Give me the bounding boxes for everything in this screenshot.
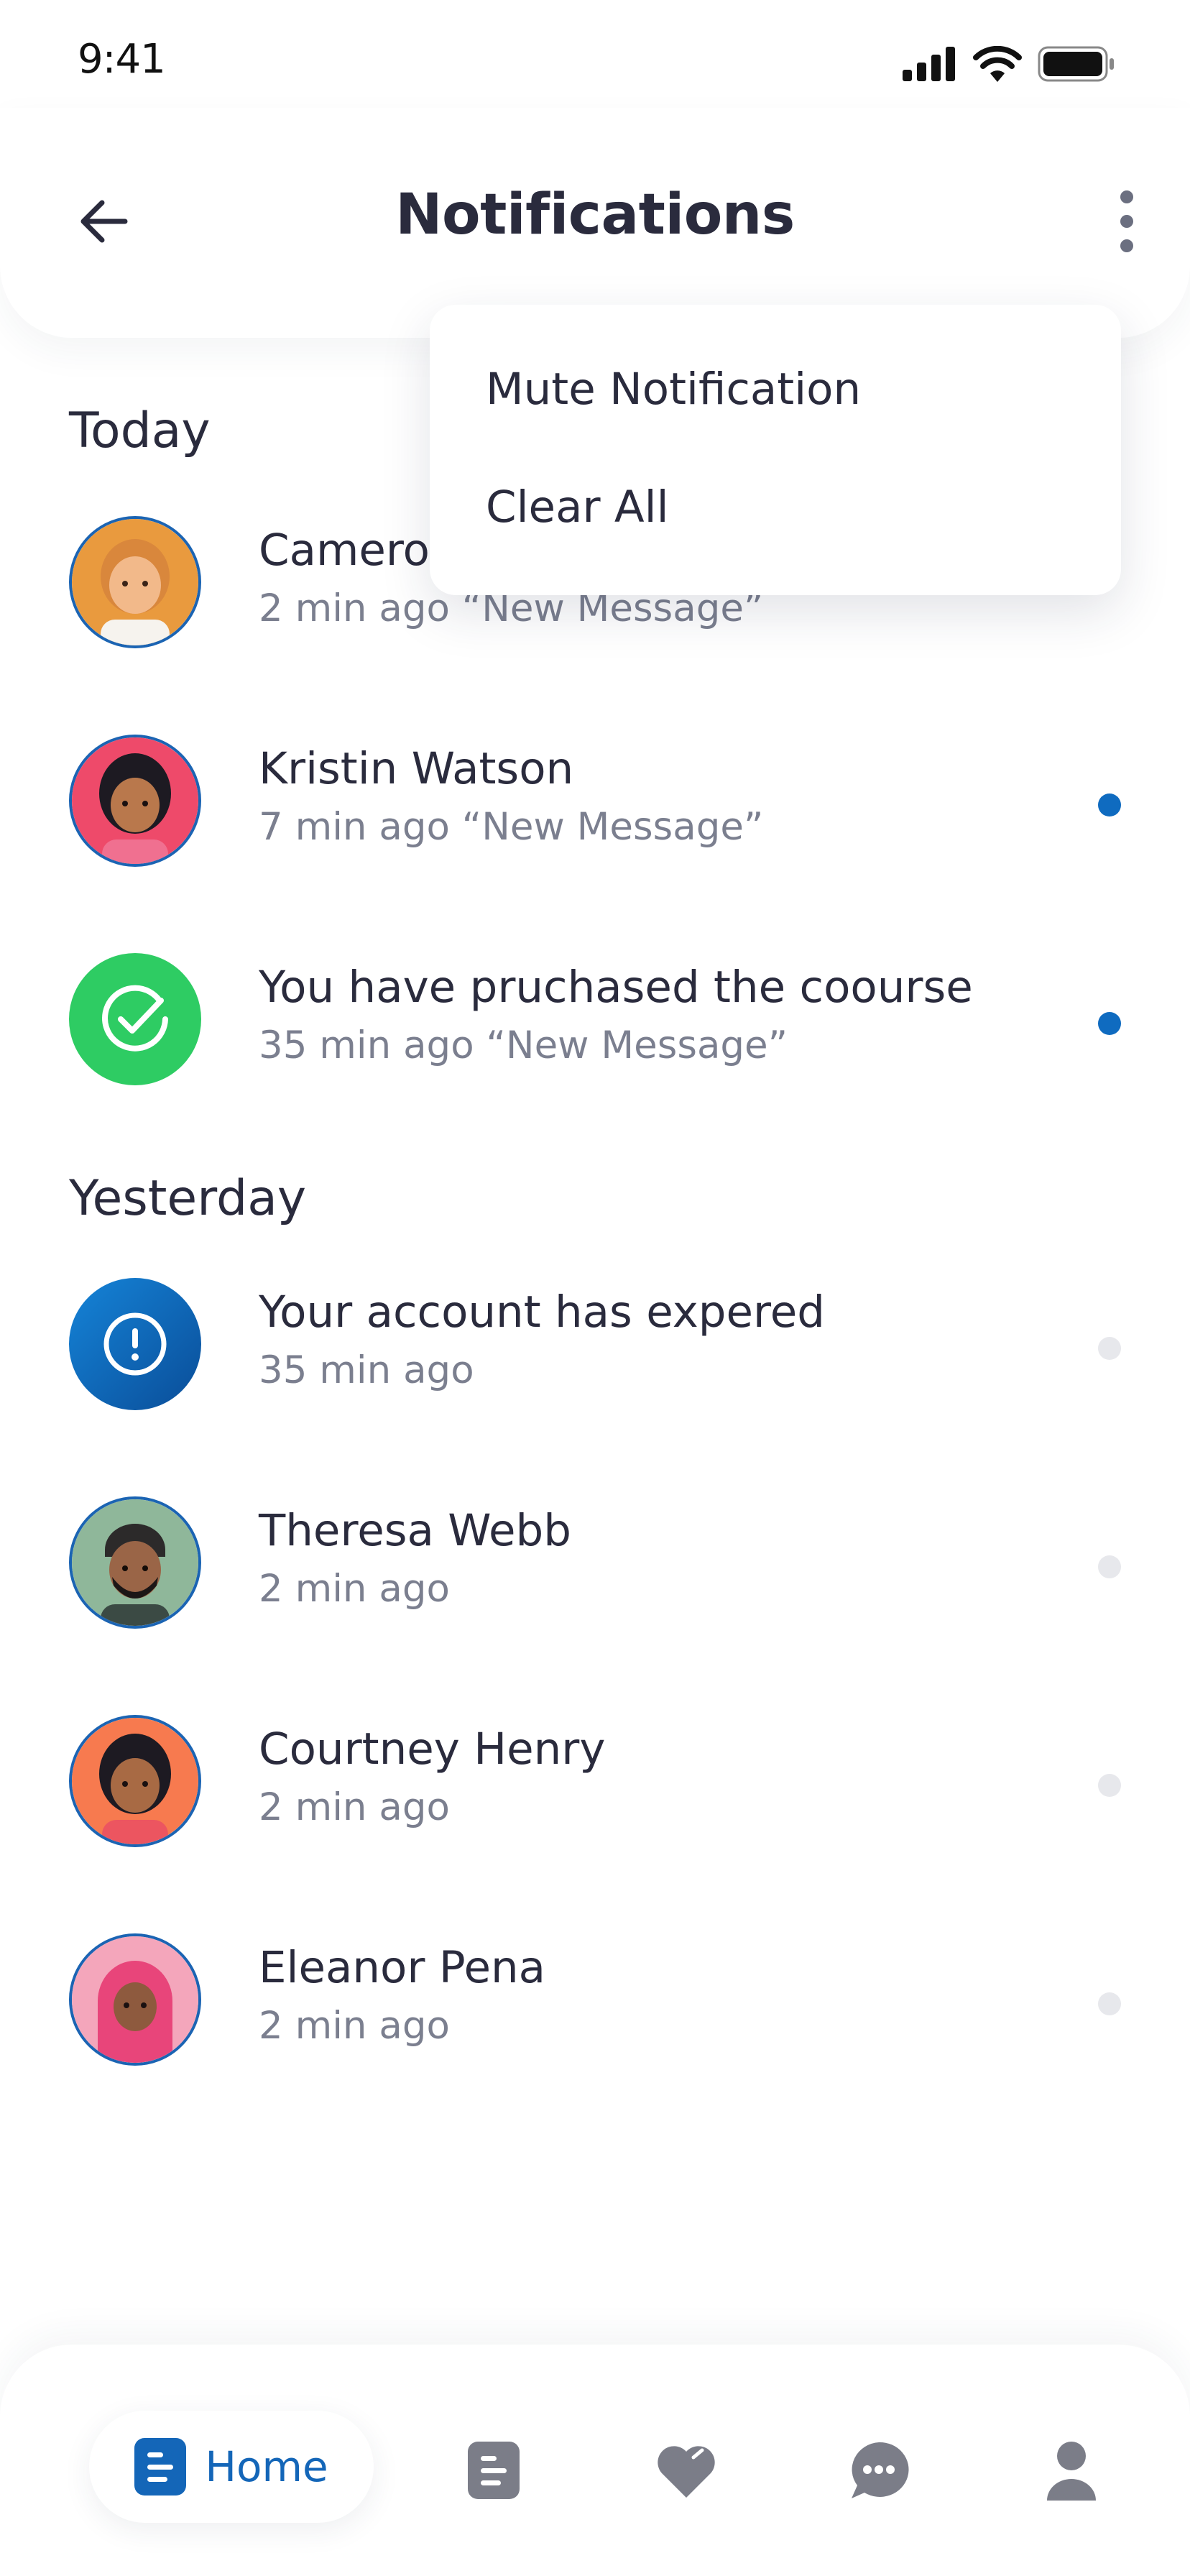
more-dot-icon [1120,215,1133,228]
section-title-today: Today [69,402,211,459]
read-indicator [1098,1774,1121,1797]
page-title: Notifications [395,183,795,247]
notification-subtitle: 2 min ago [259,1785,450,1829]
notification-title: Kristin Watson [259,743,574,794]
avatar-image [72,1718,198,1844]
avatar [69,516,201,648]
document-icon [468,2442,520,2499]
avatar-image [72,737,198,864]
nav-profile-button[interactable] [1032,2431,1111,2510]
alert-circle-icon [103,1312,167,1376]
profile-icon [1047,2442,1096,2501]
nav-messages-button[interactable] [839,2431,918,2510]
notification-subtitle: 7 min ago “New Message” [259,805,764,849]
options-menu: Mute Notification Clear All [430,305,1121,595]
home-icon [134,2438,187,2496]
notification-title: Courtney Henry [259,1724,606,1775]
avatar [69,1715,201,1847]
nav-documents-button[interactable] [454,2431,533,2510]
status-icons [903,46,1115,82]
more-options-button[interactable] [1092,183,1161,260]
notification-item[interactable]: Courtney Henry 2 min ago [0,1709,1190,1853]
notification-item[interactable]: Eleanor Pena 2 min ago [0,1928,1190,2071]
notification-item[interactable]: You have pruchased the coourse 35 min ag… [0,947,1190,1091]
notification-title: Theresa Webb [259,1505,571,1556]
cellular-signal-icon [903,47,955,81]
nav-home-button[interactable]: Home [89,2411,374,2523]
header: Notifications [0,108,1190,338]
avatar-image [72,1936,198,2063]
avatar [69,1496,201,1629]
heart-icon [658,2446,715,2498]
notification-title: You have pruchased the coourse [259,962,973,1013]
unread-indicator [1098,1012,1121,1035]
nav-favorites-button[interactable] [647,2431,726,2510]
notification-title: Eleanor Pena [259,1942,546,1993]
avatar-image [72,1499,198,1626]
unread-indicator [1098,794,1121,816]
wifi-icon [973,46,1022,82]
avatar [69,1933,201,2066]
section-title-yesterday: Yesterday [69,1170,307,1227]
read-indicator [1098,1992,1121,2015]
success-avatar [69,953,201,1085]
check-circle-icon [102,985,168,1052]
nav-home-label: Home [205,2442,328,2491]
notification-subtitle: 2 min ago [259,2004,450,2048]
avatar-image [72,519,198,645]
read-indicator [1098,1555,1121,1578]
status-time: 9:41 [78,36,166,83]
read-indicator [1098,1337,1121,1360]
bottom-navigation: Home [0,2345,1190,2576]
notification-item[interactable]: Kristin Watson 7 min ago “New Message” [0,729,1190,873]
notification-item[interactable]: Your account has expered 35 min ago [0,1272,1190,1416]
avatar [69,735,201,867]
notification-subtitle: 2 min ago [259,1567,450,1611]
more-dot-icon [1120,190,1133,203]
chat-icon [852,2442,909,2498]
alert-avatar [69,1278,201,1410]
notification-title: Your account has expered [259,1287,826,1338]
notification-subtitle: 35 min ago [259,1348,474,1392]
menu-item-mute-notification[interactable]: Mute Notification [486,364,861,415]
menu-item-clear-all[interactable]: Clear All [486,482,669,533]
more-dot-icon [1120,239,1133,252]
notification-item[interactable]: Theresa Webb 2 min ago [0,1491,1190,1634]
battery-icon [1038,46,1114,82]
notification-title: Camero [259,525,430,576]
notification-subtitle: 35 min ago “New Message” [259,1024,788,1067]
